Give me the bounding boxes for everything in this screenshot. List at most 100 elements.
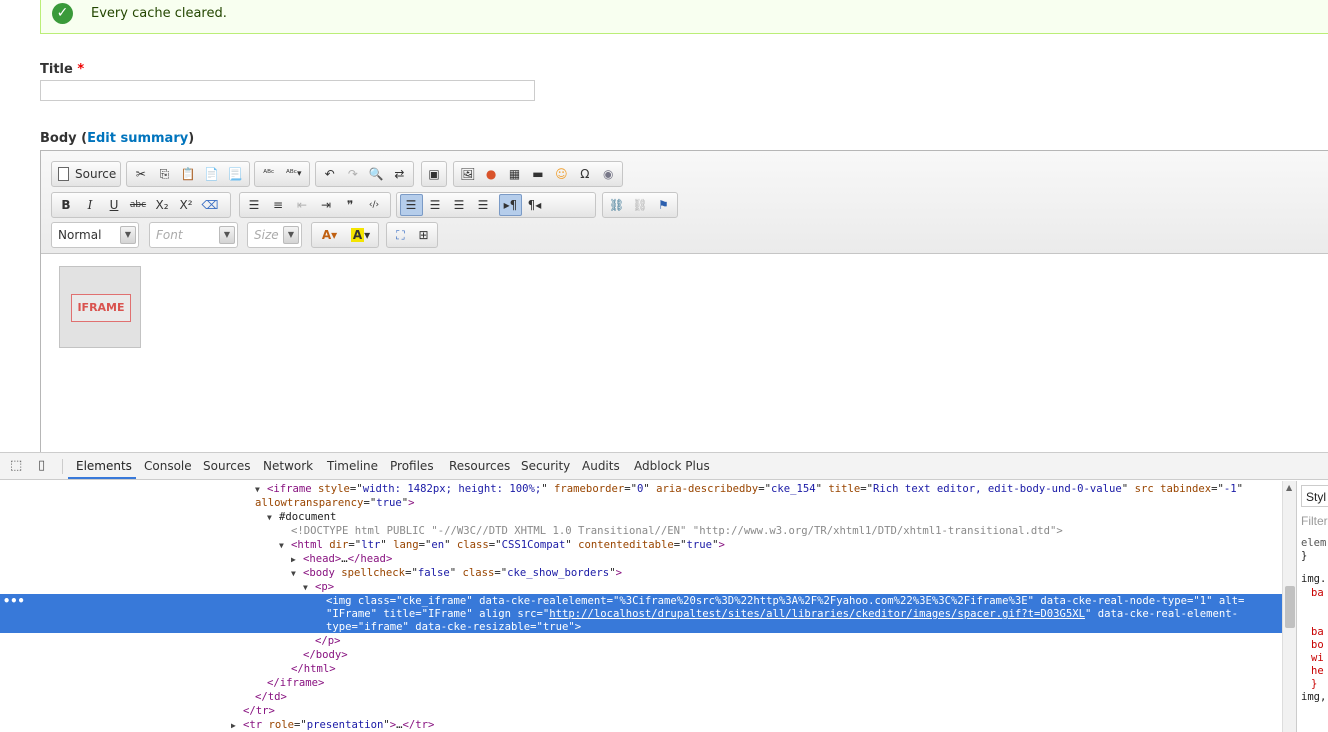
dom-scrollbar[interactable]: ▲ xyxy=(1282,481,1296,732)
strike-icon[interactable]: abc xyxy=(127,194,150,216)
spellcheck-icon[interactable]: ᴬᴮᶜ xyxy=(258,163,281,185)
font-select[interactable]: Font ▼ xyxy=(149,222,238,248)
iframe-placeholder[interactable]: IFRAME xyxy=(59,266,141,348)
dom-line[interactable]: </iframe> xyxy=(267,676,324,690)
styles-pane: Styl Filter elem } img. ba ba bo wi he }… xyxy=(1296,481,1328,732)
italic-icon[interactable]: I xyxy=(79,194,102,216)
device-mode-icon[interactable]: ▯ xyxy=(38,459,52,473)
toolbar-divider xyxy=(62,459,63,474)
format-select[interactable]: Normal ▼ xyxy=(51,222,139,248)
bullet-list-icon[interactable]: ≡ xyxy=(267,194,290,216)
tab-profiles[interactable]: Profiles xyxy=(390,459,434,473)
smiley-icon[interactable]: ☺ xyxy=(550,163,572,185)
dom-line[interactable]: ▼ <iframe style="width: 1482px; height: 1… xyxy=(255,482,1243,496)
justify-icon[interactable]: ☰ xyxy=(472,194,495,216)
status-text: Every cache cleared. xyxy=(91,6,227,21)
blockquote-icon[interactable]: ❞ xyxy=(339,194,362,216)
show-blocks-icon[interactable]: ⊞ xyxy=(413,224,435,246)
tab-security[interactable]: Security xyxy=(521,459,570,473)
tab-resources[interactable]: Resources xyxy=(449,459,510,473)
remove-format-icon[interactable]: ⌫ xyxy=(199,194,222,216)
edit-summary-link[interactable]: Edit summary xyxy=(87,131,188,146)
redo-icon[interactable]: ↷ xyxy=(342,163,364,185)
paste-icon[interactable]: 📋 xyxy=(177,163,200,185)
indent-icon[interactable]: ⇥ xyxy=(315,194,338,216)
dom-line[interactable]: ▼ <p> xyxy=(303,580,334,594)
styles-filter-input[interactable]: Filter xyxy=(1301,514,1328,528)
dom-line[interactable]: ▼ #document xyxy=(267,510,336,524)
source-button[interactable]: Source xyxy=(54,167,122,181)
text-color-icon[interactable]: A▾ xyxy=(315,224,345,246)
ltr-icon[interactable]: ▸¶ xyxy=(499,194,522,216)
outdent-icon[interactable]: ⇤ xyxy=(291,194,314,216)
iframe-icon[interactable]: ◉ xyxy=(597,163,619,185)
maximize-icon[interactable]: ⛶ xyxy=(390,224,412,246)
dom-line[interactable]: </html> xyxy=(291,662,336,676)
link-icon[interactable]: ⛓ xyxy=(606,194,628,216)
align-center-icon[interactable]: ☰ xyxy=(424,194,447,216)
dom-line[interactable]: ▶ <head>…</head> xyxy=(291,552,392,566)
spellcheck-menu-icon[interactable]: ᴬᴮᶜ▾ xyxy=(281,163,306,185)
dom-line: "IFrame" title="IFrame" align src="http:… xyxy=(326,608,1239,620)
superscript-icon[interactable]: X² xyxy=(175,194,198,216)
rtl-icon[interactable]: ¶◂ xyxy=(523,194,546,216)
copy-icon[interactable]: ⎘ xyxy=(153,163,176,185)
toolbar-group-spellcheck: ᴬᴮᶜ ᴬᴮᶜ▾ xyxy=(254,161,310,187)
horizontal-line-icon[interactable]: ▬ xyxy=(527,163,549,185)
bg-color-icon[interactable]: A ▾ xyxy=(346,224,376,246)
dom-line[interactable]: allowtransparency="true"> xyxy=(255,496,415,510)
selected-dom-node[interactable]: ••• <img class="cke_iframe" data-cke-rea… xyxy=(0,594,1282,633)
table-icon[interactable]: ▦ xyxy=(503,163,525,185)
underline-icon[interactable]: U xyxy=(103,194,126,216)
tab-console[interactable]: Console xyxy=(144,459,192,473)
div-icon[interactable]: ‹/› xyxy=(363,194,386,216)
paste-word-icon[interactable]: 📃 xyxy=(224,163,247,185)
align-left-icon[interactable]: ☰ xyxy=(399,194,423,216)
dom-line[interactable]: </body> xyxy=(303,648,348,662)
paste-text-icon[interactable]: 📄 xyxy=(200,163,223,185)
tab-audits[interactable]: Audits xyxy=(582,459,620,473)
status-message: ✓ Every cache cleared. xyxy=(40,0,1328,34)
tab-adblock-plus[interactable]: Adblock Plus xyxy=(634,459,710,473)
image-icon[interactable]: 🖼 xyxy=(457,163,479,185)
dom-line[interactable]: </td> xyxy=(255,690,287,704)
select-all-icon[interactable]: ▣ xyxy=(425,163,444,185)
dom-line[interactable]: <!DOCTYPE html PUBLIC "-//W3C//DTD XHTML… xyxy=(291,524,1063,538)
tab-timeline[interactable]: Timeline xyxy=(327,459,378,473)
subscript-icon[interactable]: X₂ xyxy=(151,194,174,216)
title-input[interactable] xyxy=(40,80,535,101)
flash-icon[interactable]: ● xyxy=(480,163,502,185)
document-icon xyxy=(58,167,69,181)
dom-line[interactable]: ▼ <body spellcheck="false" class="cke_sho… xyxy=(291,566,622,580)
inspect-icon[interactable]: ⬚ xyxy=(10,459,24,473)
scrollbar-thumb[interactable] xyxy=(1285,586,1295,628)
numbered-list-icon[interactable]: ☰ xyxy=(243,194,266,216)
special-char-icon[interactable]: Ω xyxy=(574,163,596,185)
align-right-icon[interactable]: ☰ xyxy=(448,194,471,216)
scroll-up-icon[interactable]: ▲ xyxy=(1286,483,1292,492)
toolbar-group-source: Source xyxy=(51,161,121,187)
size-select[interactable]: Size ▼ xyxy=(247,222,302,248)
tab-network[interactable]: Network xyxy=(263,459,313,473)
anchor-icon[interactable]: ⚑ xyxy=(652,194,674,216)
tab-elements[interactable]: Elements xyxy=(76,459,132,473)
more-options-icon[interactable]: ••• xyxy=(3,594,25,608)
iframe-placeholder-label: IFRAME xyxy=(71,294,131,322)
toolbar-group-history: ↶ ↷ 🔍 ⇄ xyxy=(315,161,414,187)
undo-icon[interactable]: ↶ xyxy=(319,163,341,185)
dom-line[interactable]: ▶ <tr role="presentation">…</tr> xyxy=(231,718,434,732)
dom-line[interactable]: ▼ <html dir="ltr" lang="en" class="CSS1Co… xyxy=(279,538,725,552)
style-line: he xyxy=(1311,665,1324,677)
dom-line[interactable]: </tr> xyxy=(243,704,275,718)
cut-icon[interactable]: ✂ xyxy=(130,163,153,185)
toolbar-group-lists: ☰ ≡ ⇤ ⇥ ❞ ‹/› xyxy=(239,192,391,218)
replace-icon[interactable]: ⇄ xyxy=(388,163,410,185)
unlink-icon[interactable]: ⛓ xyxy=(629,194,651,216)
dom-line[interactable]: </p> xyxy=(315,634,341,648)
find-icon[interactable]: 🔍 xyxy=(365,163,387,185)
rich-text-editor: Source ✂ ⎘ 📋 📄 📃 ᴬᴮᶜ ᴬᴮᶜ▾ ↶ ↷ 🔍 ⇄ ▣ 🖼 ● … xyxy=(40,150,1328,453)
dom-tree[interactable]: ▼ <iframe style="width: 1482px; height: 1… xyxy=(0,481,1282,732)
bold-icon[interactable]: B xyxy=(55,194,78,216)
styles-tab[interactable]: Styl xyxy=(1301,485,1328,507)
tab-sources[interactable]: Sources xyxy=(203,459,250,473)
